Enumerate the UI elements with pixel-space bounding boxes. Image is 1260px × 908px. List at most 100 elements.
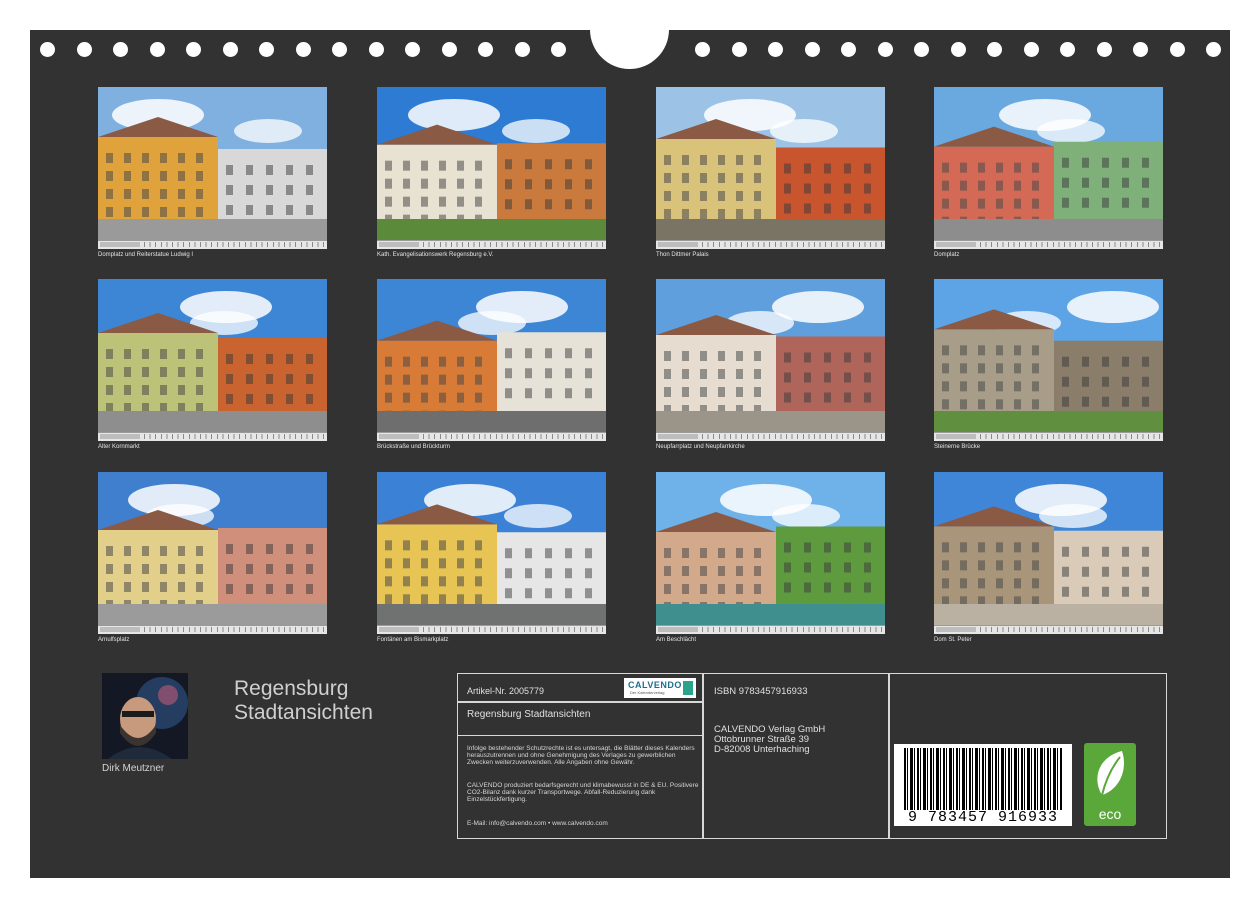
binding-hole (1169, 42, 1185, 57)
date-strip (656, 432, 885, 441)
binding-hole (332, 42, 347, 57)
month-tag (658, 242, 698, 247)
binding-hole (551, 42, 566, 57)
binding-hole (877, 42, 893, 57)
photo (98, 87, 327, 249)
binding-hole (149, 42, 165, 57)
calendar-logo-icon (683, 681, 693, 695)
photo-image (934, 87, 1163, 249)
photo-caption: Neupfarrplatz und Neupfarrkirche (656, 444, 745, 450)
day-grid (980, 627, 1161, 632)
binding-hole (695, 42, 710, 57)
logo-wordmark: CALVENDO (628, 680, 682, 690)
photo-image (656, 279, 885, 441)
date-strip (377, 625, 606, 634)
month-tag (936, 434, 976, 439)
day-grid (144, 627, 325, 632)
photo (934, 87, 1163, 249)
month-tag (100, 627, 140, 632)
date-strip (934, 432, 1163, 441)
photo (934, 472, 1163, 634)
photo-caption: Steinerne Brücke (934, 444, 981, 450)
photo (377, 87, 606, 249)
binding-hole (768, 42, 783, 57)
binding-hole (40, 42, 55, 57)
binding-hole (478, 42, 493, 57)
photo-image (656, 472, 885, 634)
photo-caption: Thon Dittmer Palais (656, 252, 709, 258)
date-strip (377, 432, 606, 441)
photo-image (377, 472, 606, 634)
photo-tile: Neupfarrplatz und Neupfarrkirche (656, 279, 885, 451)
photo-caption: Domplatz und Reiterstatue Ludwig I (98, 252, 194, 258)
photo-image (934, 472, 1163, 634)
day-grid (423, 434, 604, 439)
photo-caption: Alter Kornmarkt (98, 444, 140, 450)
photo-tile: Domplatz (934, 87, 1163, 259)
photo-tile: Steinerne Brücke (934, 279, 1163, 451)
photo-caption: Arnulfsplatz (98, 637, 130, 643)
calendar-back-cover: Domplatz und Reiterstatue Ludwig I Kath. … (30, 30, 1230, 878)
binding-hole (405, 42, 420, 57)
date-strip (934, 625, 1163, 634)
binding-hole (1133, 42, 1148, 57)
day-grid (144, 434, 325, 439)
eco-badge: eco (1084, 743, 1136, 826)
day-grid (980, 242, 1161, 247)
calendar-title-line2: Stadtansichten (234, 701, 373, 724)
article-number: Artikel-Nr. 2005779 (467, 686, 545, 696)
photo (98, 279, 327, 441)
date-strip (934, 240, 1163, 249)
binding-hole (731, 42, 747, 57)
photo-caption: Kath. Evangelisationswerk Regensburg e.V… (377, 252, 494, 258)
isbn-text: ISBN 9783457916933 (714, 686, 808, 697)
binding-hole (186, 42, 201, 57)
day-grid (144, 242, 325, 247)
month-tag (658, 627, 698, 632)
month-tag (936, 627, 976, 632)
publisher-city: D-82008 Unterhaching (714, 744, 810, 755)
day-grid (423, 627, 604, 632)
calendar-title-line1: Regensburg (234, 677, 349, 700)
photo-image (377, 279, 606, 441)
calvendo-logo: CALVENDO Der Kalenderverlag (624, 678, 696, 698)
product-title: Regensburg Stadtansichten (467, 709, 591, 720)
binding-hole (804, 42, 820, 57)
binding-hole (1023, 42, 1039, 57)
photo-tile: Brückstraße und Brückturm (377, 279, 606, 451)
date-strip (98, 432, 327, 441)
photo-tile: Dom St. Peter (934, 472, 1163, 644)
barcode-digits: 9 783457 916933 (907, 809, 1059, 826)
date-strip (656, 625, 885, 634)
day-grid (702, 242, 883, 247)
photo-image (98, 87, 327, 249)
photo-tile: Arnulfsplatz (98, 472, 327, 644)
photo-caption: Am Beschlächt (656, 637, 697, 643)
binding-hole (950, 42, 966, 57)
month-tag (100, 434, 140, 439)
month-tag (379, 434, 419, 439)
photo-caption: Brückstraße und Brückturm (377, 444, 451, 450)
binding-hole (514, 42, 530, 57)
photo-image (656, 87, 885, 249)
photo-image (934, 279, 1163, 441)
photo-caption: Dom St. Peter (934, 637, 972, 643)
month-tag (936, 242, 976, 247)
binding-hole (1060, 42, 1075, 57)
photo-tile: Domplatz und Reiterstatue Ludwig I (98, 87, 327, 259)
binding-hole (841, 42, 856, 57)
binding-hole (76, 42, 92, 57)
photo-tile: Fontänen am Bismarkplatz (377, 472, 606, 644)
binding-hole (113, 42, 128, 57)
contact-line: E-Mail: info@calvendo.com • www.calvendo… (467, 820, 608, 827)
photo-caption: Fontänen am Bismarkplatz (377, 637, 449, 643)
legal-notice: Infolge bestehender Schutzrechte ist es … (467, 745, 695, 766)
binding-hole (1096, 42, 1112, 57)
month-tag (379, 627, 419, 632)
eco-note: CALVENDO produziert bedarfsgerecht und k… (467, 782, 699, 803)
binding-hole (222, 42, 238, 57)
author-name: Dirk Meutzner (102, 763, 165, 774)
photo (98, 472, 327, 634)
photo (656, 87, 885, 249)
photo-caption: Domplatz (934, 252, 960, 258)
